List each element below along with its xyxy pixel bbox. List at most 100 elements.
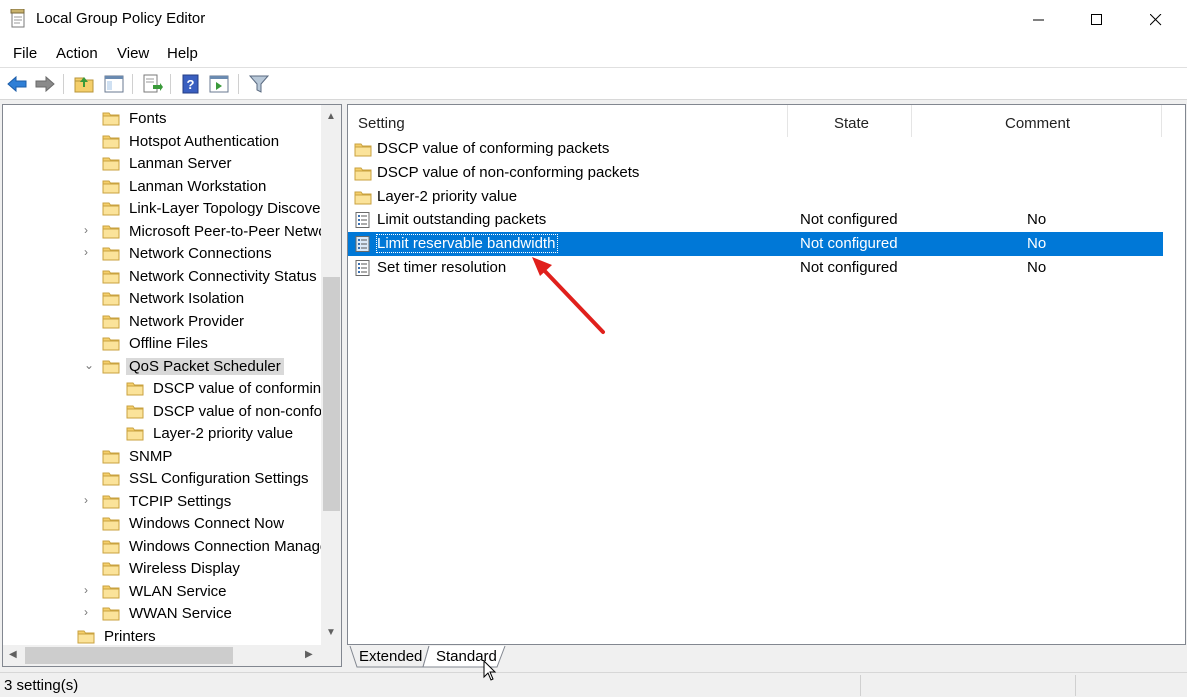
tree-item-label: Hotspot Authentication	[129, 132, 280, 150]
maximize-icon	[1091, 14, 1102, 25]
folder-icon	[102, 225, 120, 238]
tree-item[interactable]: Hotspot Authentication	[3, 131, 321, 153]
tree-item[interactable]: SNMP	[3, 446, 321, 468]
tree-item[interactable]: › WLAN Service	[3, 581, 321, 603]
setting-name: Limit outstanding packets	[377, 211, 547, 229]
folder-icon	[102, 562, 120, 576]
tree-vertical-scrollbar[interactable]: ▲ ▼	[321, 105, 341, 645]
chevron-right-icon[interactable]: ›	[84, 246, 96, 258]
scroll-left-icon[interactable]: ◀	[9, 649, 17, 660]
tree-horizontal-scroll-thumb[interactable]	[25, 647, 233, 664]
up-folder-icon[interactable]	[73, 73, 95, 95]
policy-setting-icon	[355, 236, 370, 253]
folder-icon	[102, 135, 120, 148]
tree-item[interactable]: SSL Configuration Settings	[3, 468, 321, 490]
chevron-right-icon[interactable]: ›	[84, 224, 96, 236]
close-button[interactable]	[1127, 0, 1185, 40]
chevron-right-icon[interactable]: ›	[84, 584, 96, 596]
tree-item-label: Wireless Display	[129, 560, 240, 577]
export-list-icon[interactable]	[141, 73, 163, 95]
tree-item[interactable]: › Microsoft Peer-to-Peer Networking Servi…	[3, 221, 341, 243]
tree-item-label: Lanman Server	[129, 155, 232, 172]
column-header-setting[interactable]: Setting	[348, 105, 788, 137]
policy-setting-icon	[355, 260, 370, 276]
scroll-up-icon[interactable]: ▲	[326, 111, 336, 122]
tree-item[interactable]: Network Connectivity Status Indicator	[3, 266, 341, 288]
chevron-down-icon[interactable]: ⌄	[84, 359, 96, 371]
tree-item-label: DSCP value of non-conforming packets	[153, 402, 341, 420]
tree-item[interactable]: Link-Layer Topology Discovery	[3, 198, 333, 220]
setting-row[interactable]: DSCP value of non-conforming packets	[348, 161, 1163, 185]
setting-row[interactable]: DSCP value of conforming packets	[348, 137, 1163, 161]
setting-row[interactable]: Layer-2 priority value	[348, 185, 1163, 209]
folder-icon	[102, 607, 120, 621]
setting-comment: No	[1027, 211, 1047, 229]
help-icon[interactable]: ?	[180, 73, 202, 95]
tree-item[interactable]: Wireless Display	[3, 558, 321, 580]
scroll-right-icon[interactable]: ▶	[305, 649, 313, 660]
folder-icon	[102, 337, 120, 351]
tree-item[interactable]: › WWAN Service	[3, 603, 321, 625]
tree-item-label: Lanman Workstation	[129, 177, 267, 195]
folder-icon	[102, 450, 120, 463]
setting-row[interactable]: Limit outstanding packets Not configured N…	[348, 208, 1163, 232]
tab-extended[interactable]: Extended	[359, 645, 425, 668]
tree-item[interactable]: Layer-2 priority value	[3, 423, 321, 445]
folder-icon	[102, 472, 120, 486]
setting-comment: No	[1027, 259, 1047, 276]
tree-item[interactable]: ⌄ QoS Packet Scheduler	[3, 356, 321, 378]
tree-item[interactable]: Lanman Server	[3, 153, 321, 175]
tree-item[interactable]: Fonts	[3, 108, 321, 130]
tree-item[interactable]: DSCP value of conforming packets	[3, 378, 341, 400]
tree-item-label: Network Connectivity Status Indicator	[129, 267, 341, 285]
tree-item[interactable]: Windows Connect Now	[3, 513, 321, 535]
status-text: 3 setting(s)	[4, 677, 79, 694]
show-hide-action-pane-icon[interactable]	[208, 73, 230, 95]
tree-item-label: Printers	[104, 627, 156, 645]
folder-icon	[354, 191, 372, 205]
tree-item[interactable]: Offline Files	[3, 333, 321, 355]
show-hide-tree-icon[interactable]	[103, 73, 125, 95]
menu-help[interactable]: Help	[167, 45, 198, 62]
tree-item-label: Fonts	[129, 110, 167, 127]
folder-icon	[102, 112, 120, 126]
back-icon[interactable]	[6, 73, 28, 95]
column-header-comment[interactable]: Comment	[912, 105, 1162, 137]
setting-row[interactable]: Set timer resolution Not configured No	[348, 256, 1163, 280]
tree-item[interactable]: › Network Connections	[3, 243, 321, 265]
tree-item-label: Layer-2 priority value	[153, 425, 294, 442]
tree-item[interactable]: DSCP value of non-conforming packets	[3, 401, 341, 423]
chevron-right-icon[interactable]: ›	[84, 606, 96, 618]
folder-icon	[102, 315, 120, 328]
tree-item-label: SNMP	[129, 447, 173, 465]
tree-vertical-scroll-thumb[interactable]	[323, 277, 340, 511]
menu-file[interactable]: File	[13, 45, 37, 62]
setting-name: DSCP value of non-conforming packets	[377, 163, 640, 181]
tree-item[interactable]: › TCPIP Settings	[3, 491, 321, 513]
filter-icon[interactable]	[248, 73, 270, 95]
folder-icon	[102, 360, 120, 373]
forward-icon[interactable]	[34, 73, 56, 95]
menu-view[interactable]: View	[117, 45, 149, 62]
tree-item[interactable]: Lanman Workstation	[3, 176, 321, 198]
minimize-icon	[1033, 19, 1044, 21]
setting-row[interactable]: Limit reservable bandwidth Not configured…	[348, 232, 1163, 257]
tree-pane[interactable]: Fonts Hotspot Authentication Lanman Server…	[2, 104, 342, 667]
folder-icon	[102, 495, 120, 508]
column-header-state[interactable]: State	[788, 105, 912, 137]
maximize-button[interactable]	[1068, 0, 1126, 40]
chevron-right-icon[interactable]: ›	[84, 494, 96, 506]
setting-name: DSCP value of conforming packets	[377, 140, 610, 157]
tree-item[interactable]: Network Provider	[3, 311, 321, 333]
tree-item-label: SSL Configuration Settings	[129, 470, 309, 487]
tree-item-label: WLAN Service	[129, 582, 227, 600]
folder-icon	[126, 382, 144, 396]
settings-list-pane[interactable]: Setting State Comment DSCP value of conf…	[347, 104, 1186, 645]
setting-name: Layer-2 priority value	[377, 187, 518, 205]
tree-item[interactable]: Network Isolation	[3, 288, 321, 310]
tree-item[interactable]: Windows Connection Manager	[3, 536, 333, 558]
menu-action[interactable]: Action	[56, 45, 98, 62]
scroll-down-icon[interactable]: ▼	[326, 627, 336, 638]
minimize-button[interactable]	[1010, 0, 1068, 40]
tree-horizontal-scrollbar[interactable]: ◀ ▶	[3, 645, 321, 666]
